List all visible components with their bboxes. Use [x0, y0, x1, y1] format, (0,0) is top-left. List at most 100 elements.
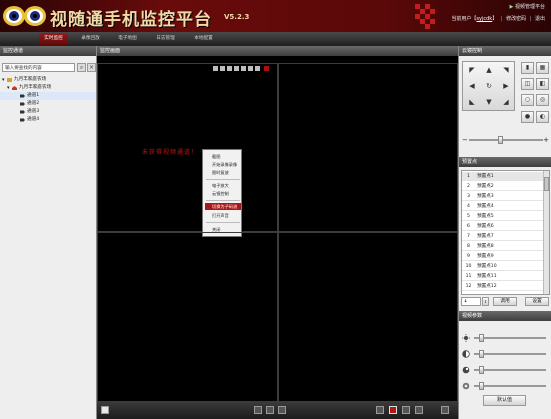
layout-9-icon[interactable] [402, 406, 410, 414]
zoom-out-icon[interactable]: ▦ [536, 62, 549, 74]
record-icon[interactable] [220, 66, 225, 71]
focus-near-icon[interactable]: ◫ [521, 78, 534, 90]
video-cell-1[interactable]: 未获得视频通道！ 截图 开始录像录像 图时复放 电子放大 云镜控制 切换为子码流… [97, 63, 278, 237]
ptz-speed-slider[interactable]: − + [462, 136, 549, 144]
ctx-instant-replay[interactable]: 图时复放 [205, 169, 241, 176]
preset-row[interactable]: 10 预置点10 [462, 262, 544, 271]
video-cell-3[interactable] [97, 232, 278, 402]
slider-thumb[interactable] [479, 350, 484, 358]
ctx-digital-zoom[interactable]: 电子放大 [205, 182, 241, 189]
preset-row[interactable]: 5 预置点5 [462, 212, 544, 221]
snapshot-icon[interactable] [213, 66, 218, 71]
channel-search: ⌕ × [2, 63, 96, 73]
audio-icon[interactable] [255, 66, 260, 71]
ctx-start-record[interactable]: 开始录像录像 [205, 161, 241, 168]
ptz-down-left-icon[interactable]: ◣ [465, 96, 479, 109]
preset-number-input[interactable] [461, 297, 481, 306]
default-values-button[interactable]: 默认值 [483, 395, 526, 406]
ptz-right-icon[interactable]: ▶ [499, 80, 513, 93]
preset-row[interactable]: 8 预置点8 [462, 242, 544, 251]
saturation-slider[interactable] [462, 366, 549, 374]
preset-name: 预置点5 [477, 214, 494, 219]
clear-icon[interactable]: × [87, 63, 96, 72]
snapshot-all-icon[interactable] [254, 406, 262, 414]
preset-number: 11 [465, 274, 472, 279]
ctx-switch-substream[interactable]: 切换为子码流 [205, 203, 241, 210]
tree-group[interactable]: ▾ 九月丰家庭农场 [0, 84, 96, 92]
stream-icon[interactable] [248, 66, 253, 71]
preset-row[interactable]: 1 预置点1 [462, 172, 544, 181]
preset-row[interactable]: 3 预置点3 [462, 192, 544, 201]
preset-row[interactable]: 6 预置点6 [462, 222, 544, 231]
set-preset-button[interactable]: 设置 [525, 297, 549, 306]
light-icon[interactable]: ● [521, 111, 534, 123]
ctx-open-audio[interactable]: 打开声音 [205, 212, 241, 219]
preset-row[interactable]: 11 预置点11 [462, 272, 544, 281]
preset-row[interactable]: 7 预置点7 [462, 232, 544, 241]
username-link[interactable]: syjcdk [476, 16, 492, 22]
record-all-icon[interactable] [266, 406, 274, 414]
tree-channel[interactable]: 通道1 [0, 92, 96, 100]
slider-thumb[interactable] [479, 382, 484, 390]
ptz-auto-icon[interactable]: ↻ [482, 80, 496, 93]
brightness-slider[interactable] [462, 334, 549, 342]
preset-row[interactable]: 12 预置点12 [462, 282, 544, 291]
layout-1-icon[interactable] [376, 406, 384, 414]
hue-slider[interactable] [462, 382, 549, 390]
tab-emap[interactable]: 电子地图 [113, 33, 142, 45]
layout-4-icon[interactable] [389, 406, 397, 414]
window-fullscreen-icon[interactable] [441, 406, 449, 414]
logout-link[interactable]: 退出 [535, 16, 545, 22]
stepper-icon[interactable]: ⇕ [482, 297, 489, 306]
ptz-up-icon[interactable]: ▲ [482, 64, 496, 77]
iris-close-icon[interactable]: ◎ [536, 94, 549, 106]
preset-row[interactable]: 9 预置点9 [462, 252, 544, 261]
ptz-left-icon[interactable]: ◀ [465, 80, 479, 93]
tab-live-monitor[interactable]: 实时监控 [39, 33, 68, 45]
iris-open-icon[interactable]: ○ [521, 94, 534, 106]
slider-thumb[interactable] [498, 136, 504, 144]
zoom-in-icon[interactable]: ▮ [521, 62, 534, 74]
expand-icon[interactable]: ▾ [2, 78, 6, 83]
close-icon[interactable] [264, 66, 269, 71]
layout-16-icon[interactable] [415, 406, 423, 414]
ptz-icon[interactable] [227, 66, 232, 71]
preset-row[interactable]: 4 预置点4 [462, 202, 544, 211]
focus-far-icon[interactable]: ◧ [536, 78, 549, 90]
admin-platform-link[interactable]: ▶ 视频管理平台 [510, 3, 545, 10]
ptz-up-right-icon[interactable]: ◥ [499, 64, 513, 77]
video-cell-4[interactable] [278, 232, 458, 402]
tab-local-config[interactable]: 本地配置 [189, 33, 218, 45]
tree-channel[interactable]: 通道3 [0, 108, 96, 116]
expand-icon[interactable]: ▾ [7, 86, 11, 91]
tree-channel[interactable]: 通道4 [0, 116, 96, 124]
zoom-icon[interactable] [241, 66, 246, 71]
search-icon[interactable]: ⌕ [77, 63, 86, 72]
house-icon [12, 86, 17, 90]
channel-search-input[interactable] [2, 63, 75, 72]
plus-icon[interactable]: + [543, 136, 549, 144]
slider-thumb[interactable] [479, 334, 484, 342]
fullscreen-icon[interactable] [101, 406, 109, 414]
preset-row[interactable]: 2 预置点2 [462, 182, 544, 191]
ptz-up-left-icon[interactable]: ◤ [465, 64, 479, 77]
zoom-out-icon[interactable] [234, 66, 239, 71]
scroll-thumb[interactable] [544, 177, 549, 191]
tab-logs[interactable]: 日志管理 [151, 33, 180, 45]
video-cell-2[interactable] [278, 63, 458, 232]
close-all-icon[interactable] [278, 406, 286, 414]
ptz-down-icon[interactable]: ▼ [482, 96, 496, 109]
tree-channel[interactable]: 通道2 [0, 100, 96, 108]
ptz-down-right-icon[interactable]: ◢ [499, 96, 513, 109]
tree-root[interactable]: ▾ 九月丰家庭农场 [0, 76, 96, 84]
call-preset-button[interactable]: 调用 [493, 297, 517, 306]
ctx-snapshot[interactable]: 截图 [205, 153, 241, 160]
change-password-link[interactable]: 修改密码 [506, 16, 526, 22]
tab-playback[interactable]: 录像回放 [76, 33, 105, 45]
ctx-ptz-control[interactable]: 云镜控制 [205, 190, 241, 197]
minus-icon[interactable]: − [462, 136, 468, 144]
contrast-slider[interactable] [462, 350, 549, 358]
wiper-icon[interactable]: ◐ [536, 111, 549, 123]
preset-scrollbar[interactable] [543, 171, 549, 294]
slider-thumb[interactable] [479, 366, 484, 374]
